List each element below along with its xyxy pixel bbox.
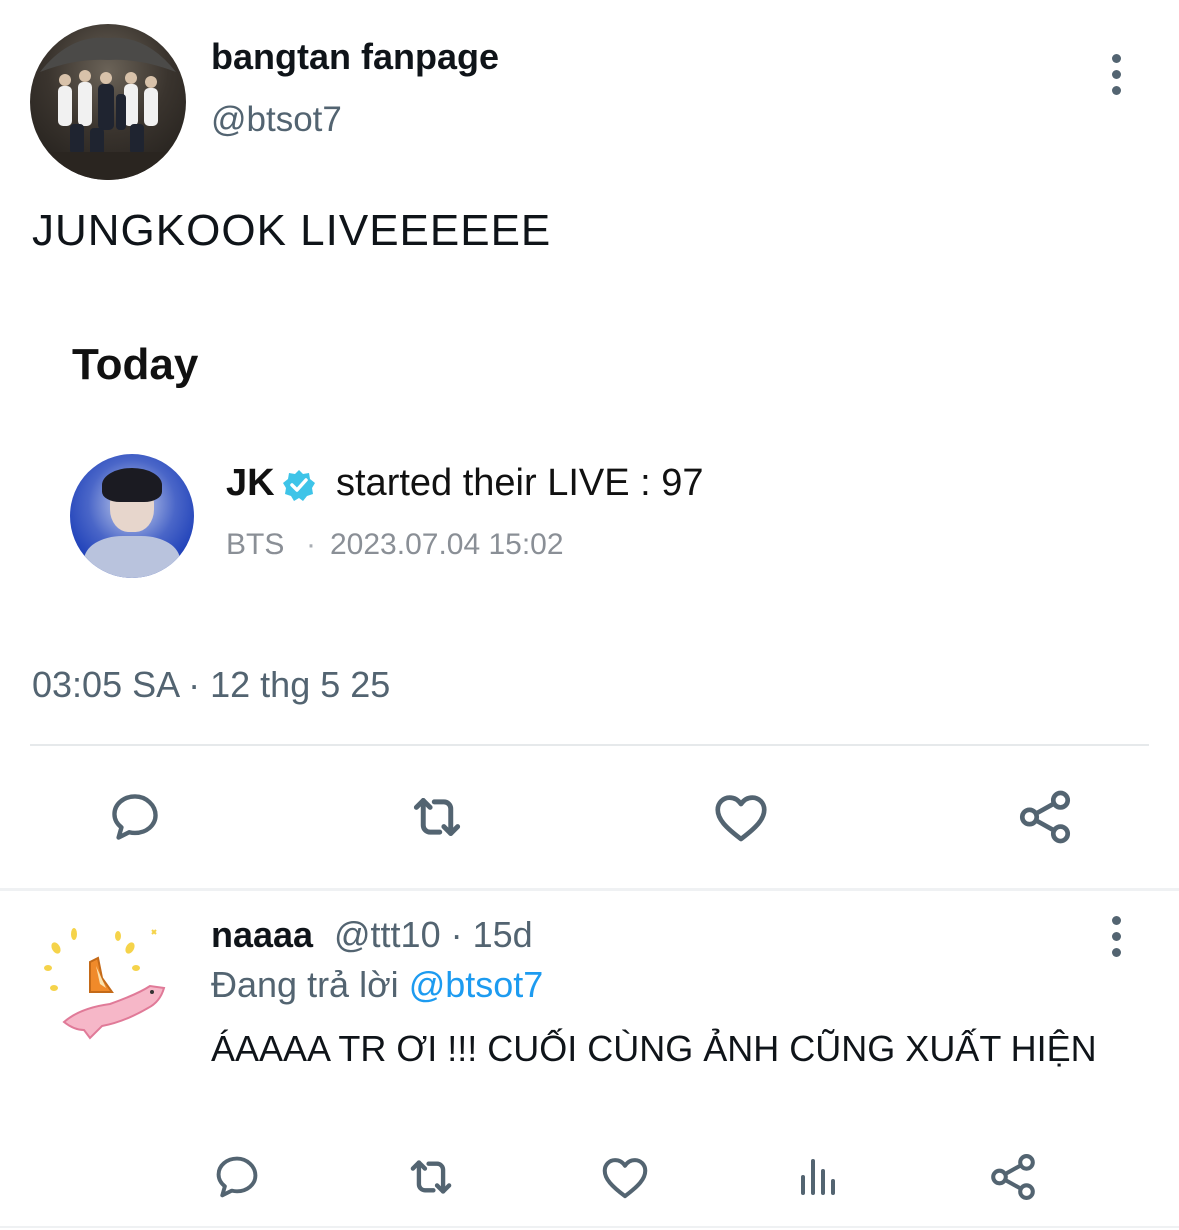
tweet-timestamp[interactable]: 03:05 SA · 12 thg 5 25	[32, 664, 390, 706]
card-live-text: started their LIVE : 97	[336, 462, 704, 504]
replying-mention-link[interactable]: @btsot7	[409, 964, 544, 1005]
share-icon	[991, 1154, 1035, 1200]
replying-prefix: Đang trả lời	[211, 964, 399, 1005]
reply-icon	[112, 794, 158, 840]
retweet-icon	[410, 1160, 452, 1194]
card-username: JK	[226, 462, 275, 504]
reply-avatar[interactable]	[40, 918, 172, 1050]
retweet-button[interactable]	[402, 782, 472, 852]
reply-more-options-icon[interactable]	[1098, 916, 1134, 960]
reply-button[interactable]	[100, 782, 170, 852]
reply-views-button[interactable]	[784, 1142, 854, 1212]
reply-text: ÁAAAA TR ƠI !!! CUỐI CÙNG ẢNH CŨNG XUẤT …	[211, 1028, 1097, 1069]
card-community: BTS	[226, 528, 285, 561]
card-separator: ·	[306, 528, 316, 561]
reply-share-button[interactable]	[978, 1142, 1048, 1212]
like-icon	[715, 795, 767, 842]
bottom-divider	[0, 1226, 1179, 1228]
reply-handle-time[interactable]: @ttt10 · 15d	[334, 914, 533, 956]
avatar[interactable]	[30, 24, 186, 180]
like-button[interactable]	[706, 782, 776, 852]
share-icon	[1019, 790, 1071, 844]
verified-badge-icon	[282, 468, 316, 502]
user-handle[interactable]: @btsot7	[211, 100, 342, 140]
retweet-icon	[413, 798, 461, 836]
share-button[interactable]	[1010, 782, 1080, 852]
tweet-text: JUNGKOOK LIVEEEEEE	[32, 206, 552, 255]
reply-like-button[interactable]	[590, 1142, 660, 1212]
reply-retweet-button[interactable]	[396, 1142, 466, 1212]
card-datetime: 2023.07.04 15:02	[330, 528, 564, 561]
reply-display-name[interactable]: naaaa	[211, 914, 313, 956]
reply-icon	[216, 1156, 258, 1198]
card-heading: Today	[72, 340, 199, 389]
card-avatar	[70, 454, 194, 578]
like-icon	[602, 1158, 648, 1199]
avatar-photo	[30, 37, 186, 180]
reply-reply-button[interactable]	[202, 1142, 272, 1212]
cartoon-avatar-icon	[44, 928, 166, 1040]
display-name[interactable]: bangtan fanpage	[211, 36, 499, 78]
replying-to: Đang trả lời @btsot7	[211, 964, 543, 1006]
section-divider	[0, 888, 1179, 891]
divider	[30, 744, 1149, 746]
views-icon	[801, 1159, 835, 1195]
more-options-icon[interactable]	[1098, 54, 1134, 98]
